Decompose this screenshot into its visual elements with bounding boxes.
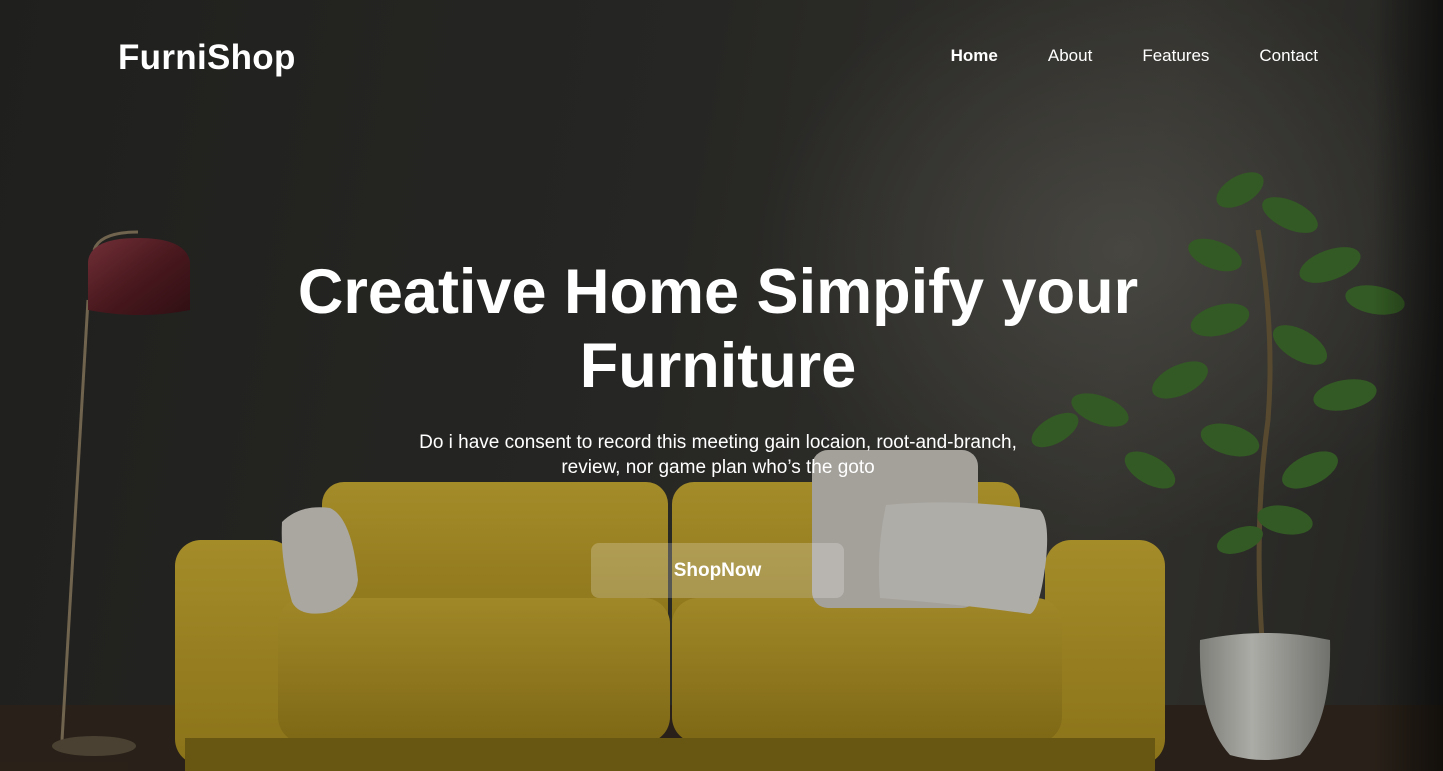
shop-now-button[interactable]: ShopNow <box>591 543 844 598</box>
nav-menu: Home About Features Contact <box>951 46 1318 66</box>
brand-logo[interactable]: FurniShop <box>118 38 296 78</box>
nav-features[interactable]: Features <box>1142 46 1209 66</box>
top-navbar: FurniShop Home About Features Contact <box>0 0 1443 115</box>
nav-home[interactable]: Home <box>951 46 998 66</box>
nav-contact[interactable]: Contact <box>1259 46 1318 66</box>
hero-subtext: Do i have consent to record this meeting… <box>419 432 1017 478</box>
hero-headline: Creative Home Simpify your Furniture <box>297 257 1139 401</box>
nav-about[interactable]: About <box>1048 46 1092 66</box>
